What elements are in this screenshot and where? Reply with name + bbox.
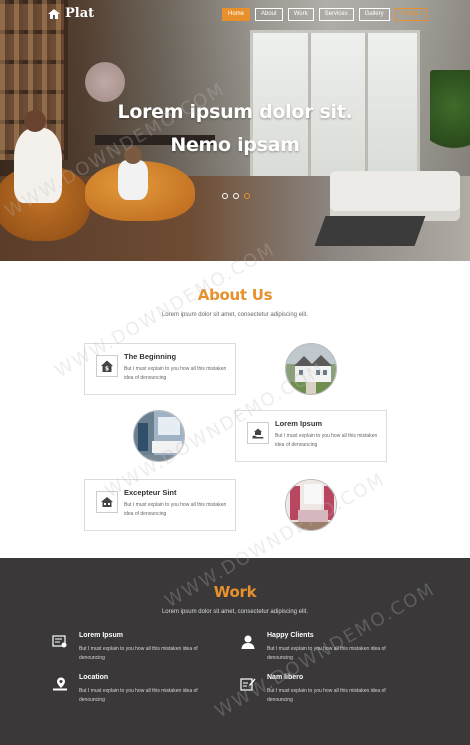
about-title: About Us bbox=[197, 286, 273, 304]
slider-dot-2[interactable] bbox=[233, 193, 239, 199]
certificate-icon bbox=[52, 634, 68, 650]
nav-about[interactable]: About bbox=[255, 8, 283, 21]
card-title: Excepteur Sint bbox=[124, 488, 177, 497]
nav-services[interactable]: Services bbox=[318, 8, 354, 21]
nav-gallery[interactable]: Gallery bbox=[358, 8, 390, 21]
hero-banner: Plat Home About Work Services Gallery Co… bbox=[0, 0, 470, 261]
about-section: About Us Lorem ipsum dolor sit amet, con… bbox=[0, 261, 470, 558]
about-card-excepteur: Excepteur Sint But I must explain to you… bbox=[84, 479, 236, 531]
client-icon bbox=[240, 634, 256, 650]
work-item-location: Location But I must explain to you how a… bbox=[52, 674, 232, 708]
work-section: Work Lorem ipsum dolor sit amet, consect… bbox=[0, 558, 470, 745]
house-logo-icon bbox=[47, 7, 61, 21]
bedroom-photo bbox=[285, 479, 337, 531]
work-item-title: Nam libero bbox=[267, 674, 304, 681]
work-title: Work bbox=[213, 583, 257, 601]
work-subtitle: Lorem ipsum dolor sit amet, consectetur … bbox=[161, 609, 309, 615]
location-icon bbox=[52, 676, 68, 692]
nav-home[interactable]: Home bbox=[222, 8, 251, 21]
edit-icon bbox=[240, 676, 256, 692]
slider-dots bbox=[222, 193, 250, 199]
work-item-clients: Happy Clients But I must explain to you … bbox=[240, 632, 420, 666]
hero-title-line1: Lorem ipsum dolor sit. bbox=[117, 101, 353, 123]
work-item-text: But I must explain to you how all this m… bbox=[267, 646, 386, 661]
about-subtitle: Lorem ipsum dolor sit amet, consectetur … bbox=[161, 312, 309, 318]
about-card-beginning: $ The Beginning But I must explain to yo… bbox=[84, 343, 236, 395]
main-nav: Home About Work Services Gallery Contact bbox=[222, 8, 428, 21]
house-hand-icon bbox=[247, 422, 269, 444]
house-dollar-icon: $ bbox=[96, 355, 118, 377]
work-item-title: Happy Clients bbox=[267, 632, 314, 639]
card-text: But I must explain to you how all this m… bbox=[124, 366, 227, 381]
work-item-text: But I must explain to you how all this m… bbox=[79, 688, 198, 703]
house-exterior-photo bbox=[285, 343, 337, 395]
navbar: Plat Home About Work Services Gallery Co… bbox=[0, 0, 470, 28]
bathroom-photo bbox=[133, 410, 185, 462]
slider-dot-3[interactable] bbox=[244, 193, 250, 199]
nav-contact[interactable]: Contact bbox=[394, 8, 428, 21]
work-item-title: Lorem Ipsum bbox=[79, 632, 123, 639]
card-title: Lorem Ipsum bbox=[275, 419, 323, 428]
hero-child bbox=[118, 146, 148, 200]
hero-sofa bbox=[330, 171, 460, 221]
svg-text:$: $ bbox=[105, 366, 109, 373]
work-item-text: But I must explain to you how all this m… bbox=[79, 646, 198, 661]
card-title: The Beginning bbox=[124, 352, 177, 361]
work-item-title: Location bbox=[79, 674, 109, 681]
hero-title-line2: Nemo ipsam bbox=[170, 134, 300, 156]
card-text: But I must explain to you how all this m… bbox=[124, 502, 227, 517]
hero-coffee-table bbox=[314, 216, 426, 246]
logo[interactable]: Plat bbox=[47, 6, 94, 21]
nav-work[interactable]: Work bbox=[287, 8, 314, 21]
work-item-text: But I must explain to you how all this m… bbox=[267, 688, 386, 703]
house-icon bbox=[96, 491, 118, 513]
card-text: But I must explain to you how all this m… bbox=[275, 433, 378, 448]
slider-dot-1[interactable] bbox=[222, 193, 228, 199]
work-item-lorem: Lorem Ipsum But I must explain to you ho… bbox=[52, 632, 232, 666]
about-card-lorem: Lorem Ipsum But I must explain to you ho… bbox=[235, 410, 387, 462]
work-item-libero: Nam libero But I must explain to you how… bbox=[240, 674, 420, 708]
brand-name: Plat bbox=[65, 6, 95, 21]
